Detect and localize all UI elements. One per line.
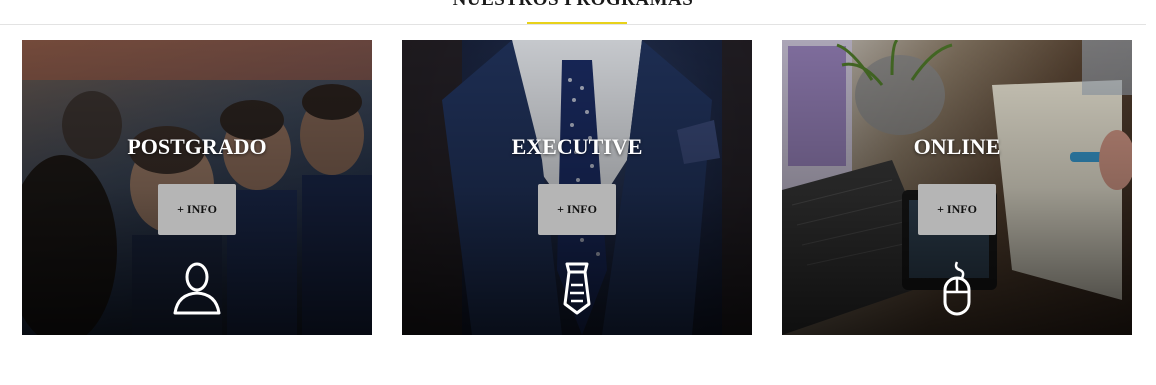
section-title: NUESTROS PROGRAMAS: [0, 0, 1146, 11]
person-icon: [173, 262, 221, 315]
program-card-online[interactable]: ONLINE + INFO: [782, 40, 1132, 335]
title-underline: [527, 22, 627, 24]
info-button-postgrado[interactable]: + INFO: [158, 184, 236, 235]
card-title: EXECUTIVE: [511, 134, 643, 159]
program-card-postgrado[interactable]: POSTGRADO + INFO: [22, 40, 372, 335]
mouse-icon: [943, 261, 971, 316]
program-card-executive[interactable]: EXECUTIVE + INFO: [402, 40, 752, 335]
section-header: NUESTROS PROGRAMAS: [0, 0, 1146, 25]
info-button-online[interactable]: + INFO: [918, 184, 996, 235]
card-title: ONLINE: [913, 134, 1001, 159]
card-title: POSTGRADO: [127, 134, 267, 159]
info-button-executive[interactable]: + INFO: [538, 184, 616, 235]
tie-icon: [563, 262, 591, 315]
